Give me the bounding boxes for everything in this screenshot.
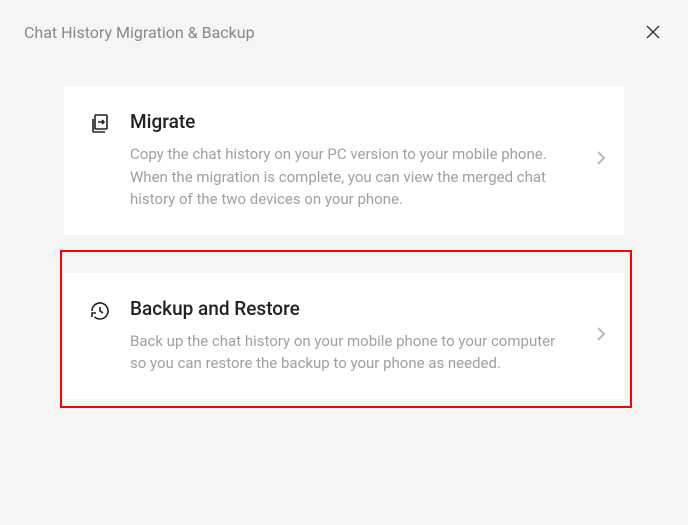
history-icon [88,297,118,327]
backup-body: Backup and Restore Back up the chat hist… [118,297,600,375]
dialog-header: Chat History Migration & Backup [0,0,688,56]
chevron-right-icon [596,326,606,346]
migrate-title: Migrate [130,110,570,133]
backup-desc: Back up the chat history on your mobile … [130,330,570,375]
migrate-body: Migrate Copy the chat history on your PC… [118,110,600,211]
backup-restore-card[interactable]: Backup and Restore Back up the chat hist… [64,273,624,399]
backup-title: Backup and Restore [130,297,570,320]
migrate-card[interactable]: Migrate Copy the chat history on your PC… [64,86,624,235]
migrate-desc: Copy the chat history on your PC version… [130,143,570,211]
migrate-icon [88,110,118,140]
close-button[interactable] [642,18,664,46]
close-icon [646,25,660,39]
dialog-title: Chat History Migration & Backup [24,23,255,42]
chevron-right-icon [596,150,606,170]
content-area: Migrate Copy the chat history on your PC… [0,56,688,399]
